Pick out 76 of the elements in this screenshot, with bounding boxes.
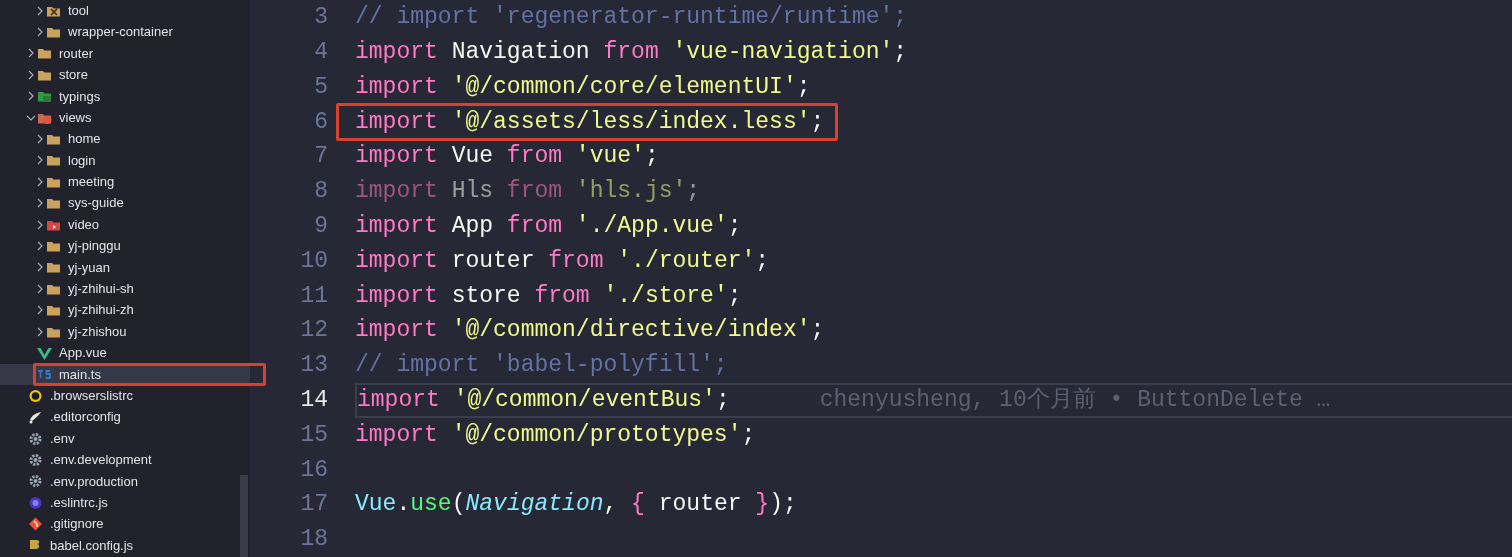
file-name[interactable]: sys-guide: [68, 193, 124, 213]
folder-icon: [46, 303, 61, 318]
file-name[interactable]: yj-pinggu: [68, 236, 121, 256]
file-name[interactable]: main.ts: [59, 364, 101, 385]
file-name[interactable]: .eslintrc.js: [50, 492, 108, 513]
file-name[interactable]: meeting: [68, 172, 115, 192]
typescript-icon: [37, 367, 52, 382]
folder-icon: [46, 25, 61, 40]
file-name[interactable]: tool: [68, 0, 89, 21]
circle-icon: [28, 388, 43, 403]
line-number: 15: [299, 420, 328, 450]
code-line: import Vue from 'vue';: [355, 143, 659, 170]
code-line: Vue.use(Navigation, { router });: [355, 491, 797, 518]
line-number: 5: [313, 72, 328, 102]
file-name[interactable]: .env.development: [50, 450, 152, 470]
file-name[interactable]: views: [59, 107, 92, 128]
gear-icon: [28, 474, 43, 489]
circle-icon: [28, 495, 43, 510]
brush-icon: [28, 410, 43, 425]
code-line: import '@/common/eventBus';: [357, 386, 730, 413]
file-name[interactable]: babel.config.js: [50, 535, 134, 556]
line-number: 8: [313, 177, 328, 207]
gear-icon: [28, 431, 43, 446]
file-name[interactable]: App.vue: [59, 343, 107, 363]
code-line: import store from './store';: [355, 282, 742, 309]
folder-icon: [46, 132, 61, 147]
folder-icon: [37, 89, 52, 104]
git-icon: [28, 517, 43, 532]
line-number: 9: [313, 211, 328, 241]
file-name[interactable]: video: [68, 214, 100, 235]
file-name[interactable]: login: [68, 150, 96, 171]
line-number: 16: [299, 455, 328, 485]
folder-icon: [46, 239, 61, 253]
line-number: 18: [299, 525, 328, 555]
folder-icon: [46, 196, 61, 211]
scrollbar[interactable]: [240, 475, 248, 557]
line-number: 7: [313, 142, 328, 172]
folder-icon: [46, 153, 61, 168]
code-line: import '@/common/directive/index';: [355, 317, 825, 344]
gear-icon: [28, 452, 43, 467]
line-number: 4: [313, 37, 328, 67]
code-line: // import 'regenerator-runtime/runtime';: [355, 4, 908, 31]
code-line: import '@/assets/less/index.less';: [355, 108, 825, 135]
code-line: import Navigation from 'vue-navigation';: [355, 38, 908, 65]
file-name[interactable]: .env: [50, 428, 75, 449]
vue-icon: [37, 345, 52, 360]
folder-icon: [37, 46, 52, 61]
line-number: 14: [299, 385, 328, 415]
file-name[interactable]: .editorconfig: [50, 407, 121, 427]
code-line: import Hls from 'hls.js';: [355, 178, 701, 205]
folder-icon: [46, 260, 61, 275]
code-line: import App from './App.vue';: [355, 212, 742, 239]
file-name[interactable]: yj-zhishou: [68, 321, 127, 342]
line-number: 10: [299, 246, 328, 276]
code-line: import '@/common/core/elementUI';: [355, 73, 811, 100]
file-name[interactable]: store: [59, 65, 88, 85]
file-name[interactable]: .gitignore: [50, 514, 104, 534]
line-number: 11: [299, 281, 328, 311]
file-name[interactable]: .browserslistrc: [50, 385, 134, 406]
file-name[interactable]: wrapper-container: [68, 22, 173, 42]
line-number: 6: [313, 107, 328, 137]
code-line: // import 'babel-polyfill';: [355, 352, 728, 379]
line-number: 12: [299, 316, 328, 346]
file-name[interactable]: yj-zhihui-sh: [68, 279, 134, 299]
code-line: import '@/common/prototypes';: [355, 421, 756, 448]
line-number: 3: [313, 3, 328, 33]
file-name[interactable]: .env.production: [50, 471, 138, 492]
blame-annotation: chenyusheng, 10个月前 • ButtonDelete …: [819, 385, 1331, 415]
file-name[interactable]: typings: [59, 86, 101, 106]
line-number: 17: [299, 490, 328, 520]
line-number: 13: [299, 351, 328, 381]
file-name[interactable]: yj-zhihui-zh: [68, 300, 134, 320]
file-name[interactable]: router: [59, 43, 93, 64]
code-line: import router from './router';: [355, 247, 770, 274]
file-name[interactable]: yj-yuan: [68, 257, 110, 278]
file-name[interactable]: home: [68, 129, 101, 149]
